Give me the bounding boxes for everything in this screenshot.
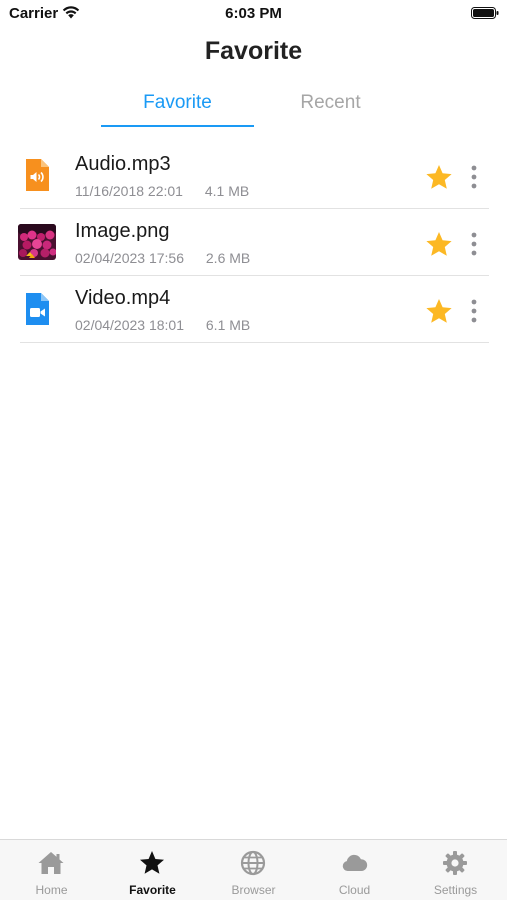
file-name: Video.mp4 bbox=[75, 287, 171, 309]
file-size: 6.1 MB bbox=[205, 317, 251, 333]
gear-icon bbox=[443, 851, 467, 875]
more-options-icon[interactable] bbox=[467, 231, 481, 257]
star-icon bbox=[140, 851, 164, 874]
file-meta: 11/16/2018 22:01 4.1 MB bbox=[75, 183, 249, 199]
file-meta: 02/04/2023 18:01 6.1 MB bbox=[75, 317, 250, 333]
cloud-icon bbox=[342, 854, 368, 871]
tab-bar-home[interactable]: Home bbox=[1, 840, 102, 900]
list-item[interactable]: Audio.mp3 11/16/2018 22:01 4.1 MB bbox=[0, 142, 507, 209]
tab-bar-favorite[interactable]: Favorite bbox=[102, 840, 203, 900]
file-date: 02/04/2023 18:01 bbox=[75, 317, 184, 333]
bottom-tab-bar: Home Favorite Browser Cloud Settings bbox=[0, 839, 507, 900]
tab-label: Settings bbox=[433, 883, 478, 897]
image-thumbnail bbox=[18, 224, 56, 260]
list-item[interactable]: Image.png 02/04/2023 17:56 2.6 MB bbox=[0, 209, 507, 276]
file-list: Audio.mp3 11/16/2018 22:01 4.1 MB Image.… bbox=[0, 142, 507, 343]
file-meta: 02/04/2023 17:56 2.6 MB bbox=[75, 250, 250, 266]
tab-bar-browser[interactable]: Browser bbox=[203, 840, 304, 900]
favorite-star-icon[interactable] bbox=[425, 231, 453, 258]
tab-label: Cloud bbox=[338, 883, 371, 897]
file-name: Image.png bbox=[75, 220, 170, 242]
tab-recent[interactable]: Recent bbox=[254, 84, 407, 128]
clock: 6:03 PM bbox=[225, 5, 282, 22]
more-options-icon[interactable] bbox=[467, 164, 481, 190]
file-size: 4.1 MB bbox=[204, 183, 250, 199]
tab-label: Browser bbox=[231, 883, 276, 897]
tab-label: Favorite bbox=[129, 883, 176, 897]
file-size: 2.6 MB bbox=[205, 250, 251, 266]
active-tab-indicator bbox=[101, 125, 254, 127]
favorite-star-icon[interactable] bbox=[425, 298, 453, 325]
globe-icon bbox=[240, 850, 266, 876]
battery-icon bbox=[471, 7, 499, 19]
page-title: Favorite bbox=[204, 37, 303, 65]
tab-bar-settings[interactable]: Settings bbox=[405, 840, 506, 900]
file-date: 11/16/2018 22:01 bbox=[75, 183, 183, 199]
list-item[interactable]: Video.mp4 02/04/2023 18:01 6.1 MB bbox=[0, 276, 507, 343]
audio-file-icon bbox=[26, 159, 49, 191]
more-options-icon[interactable] bbox=[467, 298, 481, 324]
tab-bar-cloud[interactable]: Cloud bbox=[304, 840, 405, 900]
tab-label: Home bbox=[35, 883, 68, 897]
favorite-star-icon[interactable] bbox=[425, 164, 453, 191]
tab-switcher: Favorite Recent bbox=[0, 84, 507, 130]
file-date: 02/04/2023 17:56 bbox=[75, 250, 184, 266]
status-bar: Carrier 6:03 PM bbox=[0, 0, 507, 28]
file-name: Audio.mp3 bbox=[75, 153, 171, 175]
row-divider bbox=[20, 342, 489, 343]
tab-favorite[interactable]: Favorite bbox=[101, 84, 254, 128]
video-file-icon bbox=[26, 293, 49, 325]
home-icon bbox=[38, 852, 64, 874]
